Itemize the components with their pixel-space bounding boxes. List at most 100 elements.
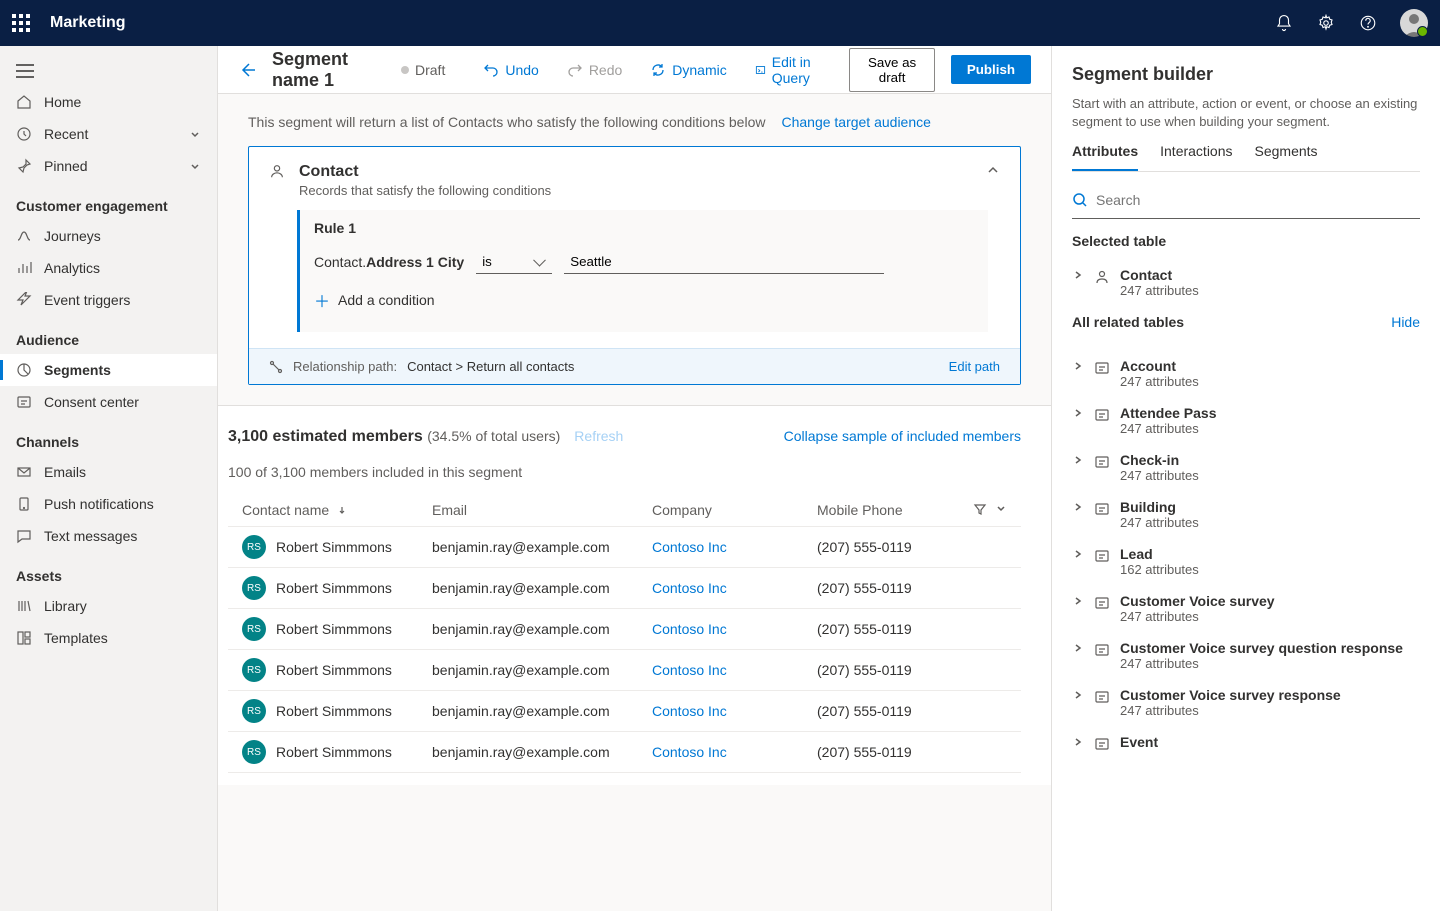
condition-value-input[interactable] bbox=[564, 250, 884, 274]
cell-email: benjamin.ray@example.com bbox=[432, 662, 652, 678]
filter-icon[interactable] bbox=[973, 502, 987, 518]
sidebar-item-home[interactable]: Home bbox=[0, 86, 217, 118]
col-email[interactable]: Email bbox=[432, 502, 652, 518]
cell-phone: (207) 555-0119 bbox=[817, 621, 1007, 637]
related-table-item[interactable]: Account247 attributes bbox=[1072, 350, 1420, 397]
sidebar-item-pinned[interactable]: Pinned bbox=[0, 150, 217, 182]
sidebar-section-engagement: Customer engagement bbox=[0, 182, 217, 220]
sidebar-item-journeys[interactable]: Journeys bbox=[0, 220, 217, 252]
attr-name: Account bbox=[1120, 358, 1199, 374]
attr-name: Attendee Pass bbox=[1120, 405, 1216, 421]
template-icon bbox=[16, 630, 32, 646]
save-draft-button[interactable]: Save as draft bbox=[849, 48, 934, 92]
col-phone[interactable]: Mobile Phone bbox=[817, 502, 973, 518]
table-row[interactable]: RS Robert Simmmons benjamin.ray@example.… bbox=[228, 527, 1021, 568]
workspace-scroll[interactable]: This segment will return a list of Conta… bbox=[218, 94, 1051, 911]
notifications-icon[interactable] bbox=[1274, 13, 1294, 33]
sidebar-item-triggers[interactable]: Event triggers bbox=[0, 284, 217, 316]
condition-operator-select[interactable]: is bbox=[476, 250, 552, 274]
table-row[interactable]: RS Robert Simmmons benjamin.ray@example.… bbox=[228, 691, 1021, 732]
user-avatar[interactable] bbox=[1400, 9, 1428, 37]
analytics-icon bbox=[16, 260, 32, 276]
table-row[interactable]: RS Robert Simmmons benjamin.ray@example.… bbox=[228, 650, 1021, 691]
back-button[interactable] bbox=[238, 61, 256, 79]
add-condition-button[interactable]: ＋Add a condition bbox=[314, 282, 974, 318]
sidebar-item-consent[interactable]: Consent center bbox=[0, 386, 217, 418]
related-table-item[interactable]: Building247 attributes bbox=[1072, 491, 1420, 538]
table-row[interactable]: RS Robert Simmmons benjamin.ray@example.… bbox=[228, 732, 1021, 773]
app-launcher-icon[interactable] bbox=[12, 14, 30, 32]
cell-phone: (207) 555-0119 bbox=[817, 703, 1007, 719]
sidebar-item-sms[interactable]: Text messages bbox=[0, 520, 217, 552]
search-input-wrap[interactable] bbox=[1072, 182, 1420, 219]
tab-segments[interactable]: Segments bbox=[1255, 143, 1318, 171]
related-table-item[interactable]: Event bbox=[1072, 726, 1420, 760]
chevron-right-icon bbox=[1072, 549, 1084, 559]
attr-count: 247 attributes bbox=[1120, 421, 1216, 436]
sidebar-label: Recent bbox=[44, 126, 88, 142]
collapse-rule-icon[interactable] bbox=[986, 163, 1000, 177]
table-row[interactable]: RS Robert Simmmons benjamin.ray@example.… bbox=[228, 568, 1021, 609]
journey-icon bbox=[16, 228, 32, 244]
chevron-down-icon[interactable] bbox=[995, 502, 1007, 518]
sidebar-item-push[interactable]: Push notifications bbox=[0, 488, 217, 520]
edit-path-link[interactable]: Edit path bbox=[949, 359, 1000, 374]
sidebar-item-templates[interactable]: Templates bbox=[0, 622, 217, 654]
publish-button[interactable]: Publish bbox=[951, 55, 1031, 84]
table-icon bbox=[1094, 642, 1110, 658]
col-company[interactable]: Company bbox=[652, 502, 817, 518]
cell-company[interactable]: Contoso Inc bbox=[652, 580, 817, 596]
collapse-sample-link[interactable]: Collapse sample of included members bbox=[784, 428, 1021, 444]
related-table-item[interactable]: Customer Voice survey247 attributes bbox=[1072, 585, 1420, 632]
attr-count: 247 attributes bbox=[1120, 468, 1199, 483]
cell-company[interactable]: Contoso Inc bbox=[652, 621, 817, 637]
help-icon[interactable] bbox=[1358, 13, 1378, 33]
related-table-item[interactable]: Attendee Pass247 attributes bbox=[1072, 397, 1420, 444]
related-table-item[interactable]: Check-in247 attributes bbox=[1072, 444, 1420, 491]
attr-count: 247 attributes bbox=[1120, 374, 1199, 389]
search-input[interactable] bbox=[1096, 192, 1420, 208]
sidebar-label: Push notifications bbox=[44, 496, 154, 512]
members-table-body: RS Robert Simmmons benjamin.ray@example.… bbox=[228, 527, 1021, 773]
related-table-item[interactable]: Customer Voice survey response247 attrib… bbox=[1072, 679, 1420, 726]
col-contact-name[interactable]: Contact name bbox=[242, 502, 432, 518]
undo-button[interactable]: Undo bbox=[477, 58, 544, 82]
sidebar-item-segments[interactable]: Segments bbox=[0, 354, 217, 386]
rule-entity-subtitle: Records that satisfy the following condi… bbox=[299, 183, 972, 198]
relationship-path-bar: Relationship path: Contact > Return all … bbox=[249, 348, 1020, 384]
sidebar-item-library[interactable]: Library bbox=[0, 590, 217, 622]
cell-name: Robert Simmmons bbox=[276, 744, 432, 760]
sidebar-item-emails[interactable]: Emails bbox=[0, 456, 217, 488]
table-row[interactable]: RS Robert Simmmons benjamin.ray@example.… bbox=[228, 609, 1021, 650]
cell-company[interactable]: Contoso Inc bbox=[652, 539, 817, 555]
chevron-right-icon bbox=[1072, 408, 1084, 418]
change-audience-link[interactable]: Change target audience bbox=[781, 114, 930, 130]
cell-company[interactable]: Contoso Inc bbox=[652, 662, 817, 678]
related-table-item[interactable]: Customer Voice survey question response2… bbox=[1072, 632, 1420, 679]
sidebar-item-analytics[interactable]: Analytics bbox=[0, 252, 217, 284]
cell-company[interactable]: Contoso Inc bbox=[652, 703, 817, 719]
refresh-link[interactable]: Refresh bbox=[574, 428, 623, 444]
related-table-item[interactable]: Lead162 attributes bbox=[1072, 538, 1420, 585]
related-tables-list[interactable]: Account247 attributes Attendee Pass247 a… bbox=[1052, 350, 1440, 911]
library-icon bbox=[16, 598, 32, 614]
attr-count: 247 attributes bbox=[1120, 703, 1341, 718]
cell-company[interactable]: Contoso Inc bbox=[652, 744, 817, 760]
sidebar-item-recent[interactable]: Recent bbox=[0, 118, 217, 150]
gear-icon[interactable] bbox=[1316, 13, 1336, 33]
selected-table-contact[interactable]: Contact247 attributes bbox=[1072, 259, 1420, 306]
menu-toggle-icon[interactable] bbox=[0, 56, 217, 86]
trigger-icon bbox=[16, 292, 32, 308]
included-note: 100 of 3,100 members included in this se… bbox=[228, 464, 1021, 480]
tab-attributes[interactable]: Attributes bbox=[1072, 143, 1138, 171]
dynamic-button[interactable]: Dynamic bbox=[644, 58, 732, 82]
tab-interactions[interactable]: Interactions bbox=[1160, 143, 1232, 171]
redo-button[interactable]: Redo bbox=[561, 58, 628, 82]
segments-icon bbox=[16, 362, 32, 378]
plus-icon: ＋ bbox=[314, 288, 330, 312]
attr-name: Customer Voice survey question response bbox=[1120, 640, 1403, 656]
edit-query-button[interactable]: Edit in Query bbox=[749, 50, 834, 90]
hide-link[interactable]: Hide bbox=[1391, 314, 1420, 330]
pin-icon bbox=[16, 158, 32, 174]
sidebar-label: Journeys bbox=[44, 228, 101, 244]
